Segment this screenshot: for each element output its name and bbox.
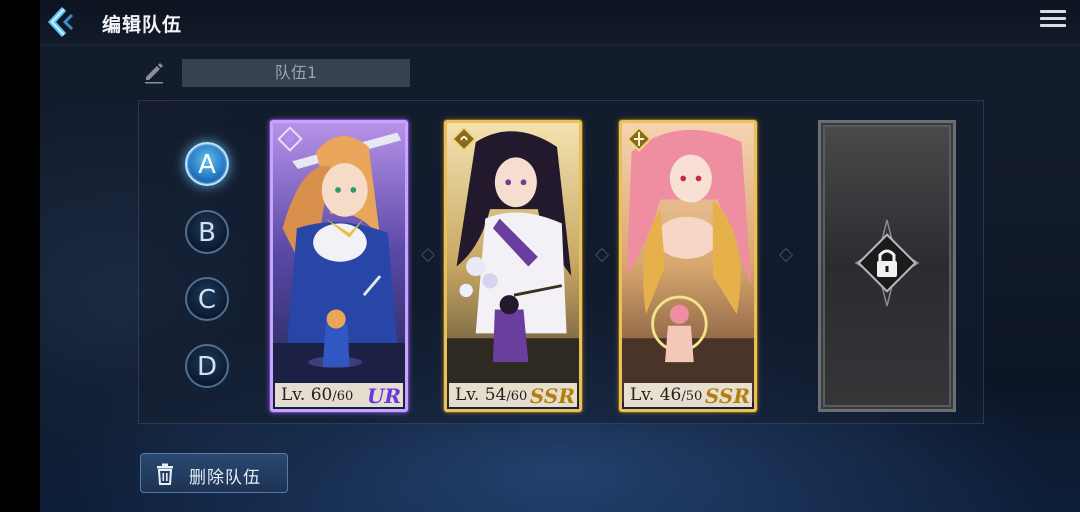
locked-character-slot[interactable] [818, 120, 956, 412]
level-value: 46 [659, 385, 682, 405]
screen-edge [0, 0, 40, 512]
character-card[interactable]: Lv. 60/60 UR [270, 120, 408, 412]
team-slot-d-button[interactable]: D [185, 344, 229, 388]
page-title: 编辑队伍 [102, 14, 183, 36]
character-portrait [622, 123, 754, 403]
character-card[interactable]: Lv. 54/60 SSR [444, 120, 582, 412]
rarity-badge: SSR [529, 384, 575, 408]
lock-icon [854, 219, 920, 307]
trash-icon [157, 463, 173, 485]
level-max: /60 [332, 389, 354, 404]
hamburger-menu-icon[interactable] [1038, 6, 1068, 34]
team-slot-b-button[interactable]: B [185, 210, 229, 254]
delete-team-label: 删除队伍 [189, 468, 261, 488]
delete-team-button[interactable]: 删除队伍 [140, 453, 288, 493]
character-portrait [273, 123, 405, 403]
team-slot-c-button[interactable]: C [185, 277, 229, 321]
team-name-input[interactable] [182, 59, 410, 87]
character-portrait [447, 123, 579, 403]
level-max: /50 [681, 389, 703, 404]
rarity-badge: SSR [704, 384, 750, 408]
top-bar [40, 0, 1080, 45]
level-max: /60 [506, 389, 528, 404]
rarity-badge: UR [366, 384, 401, 408]
back-arrow-icon[interactable] [44, 5, 78, 39]
class-emblem-icon [451, 126, 477, 152]
level-prefix: Lv. [630, 385, 660, 405]
class-emblem-icon [277, 126, 303, 152]
level-value: 54 [484, 385, 507, 405]
team-slot-a-button[interactable]: A [185, 142, 229, 186]
level-prefix: Lv. [281, 385, 311, 405]
level-prefix: Lv. [455, 385, 485, 405]
character-card[interactable]: Lv. 46/50 SSR [619, 120, 757, 412]
pencil-icon[interactable] [142, 60, 166, 84]
class-emblem-icon [626, 126, 652, 152]
level-value: 60 [310, 385, 333, 405]
